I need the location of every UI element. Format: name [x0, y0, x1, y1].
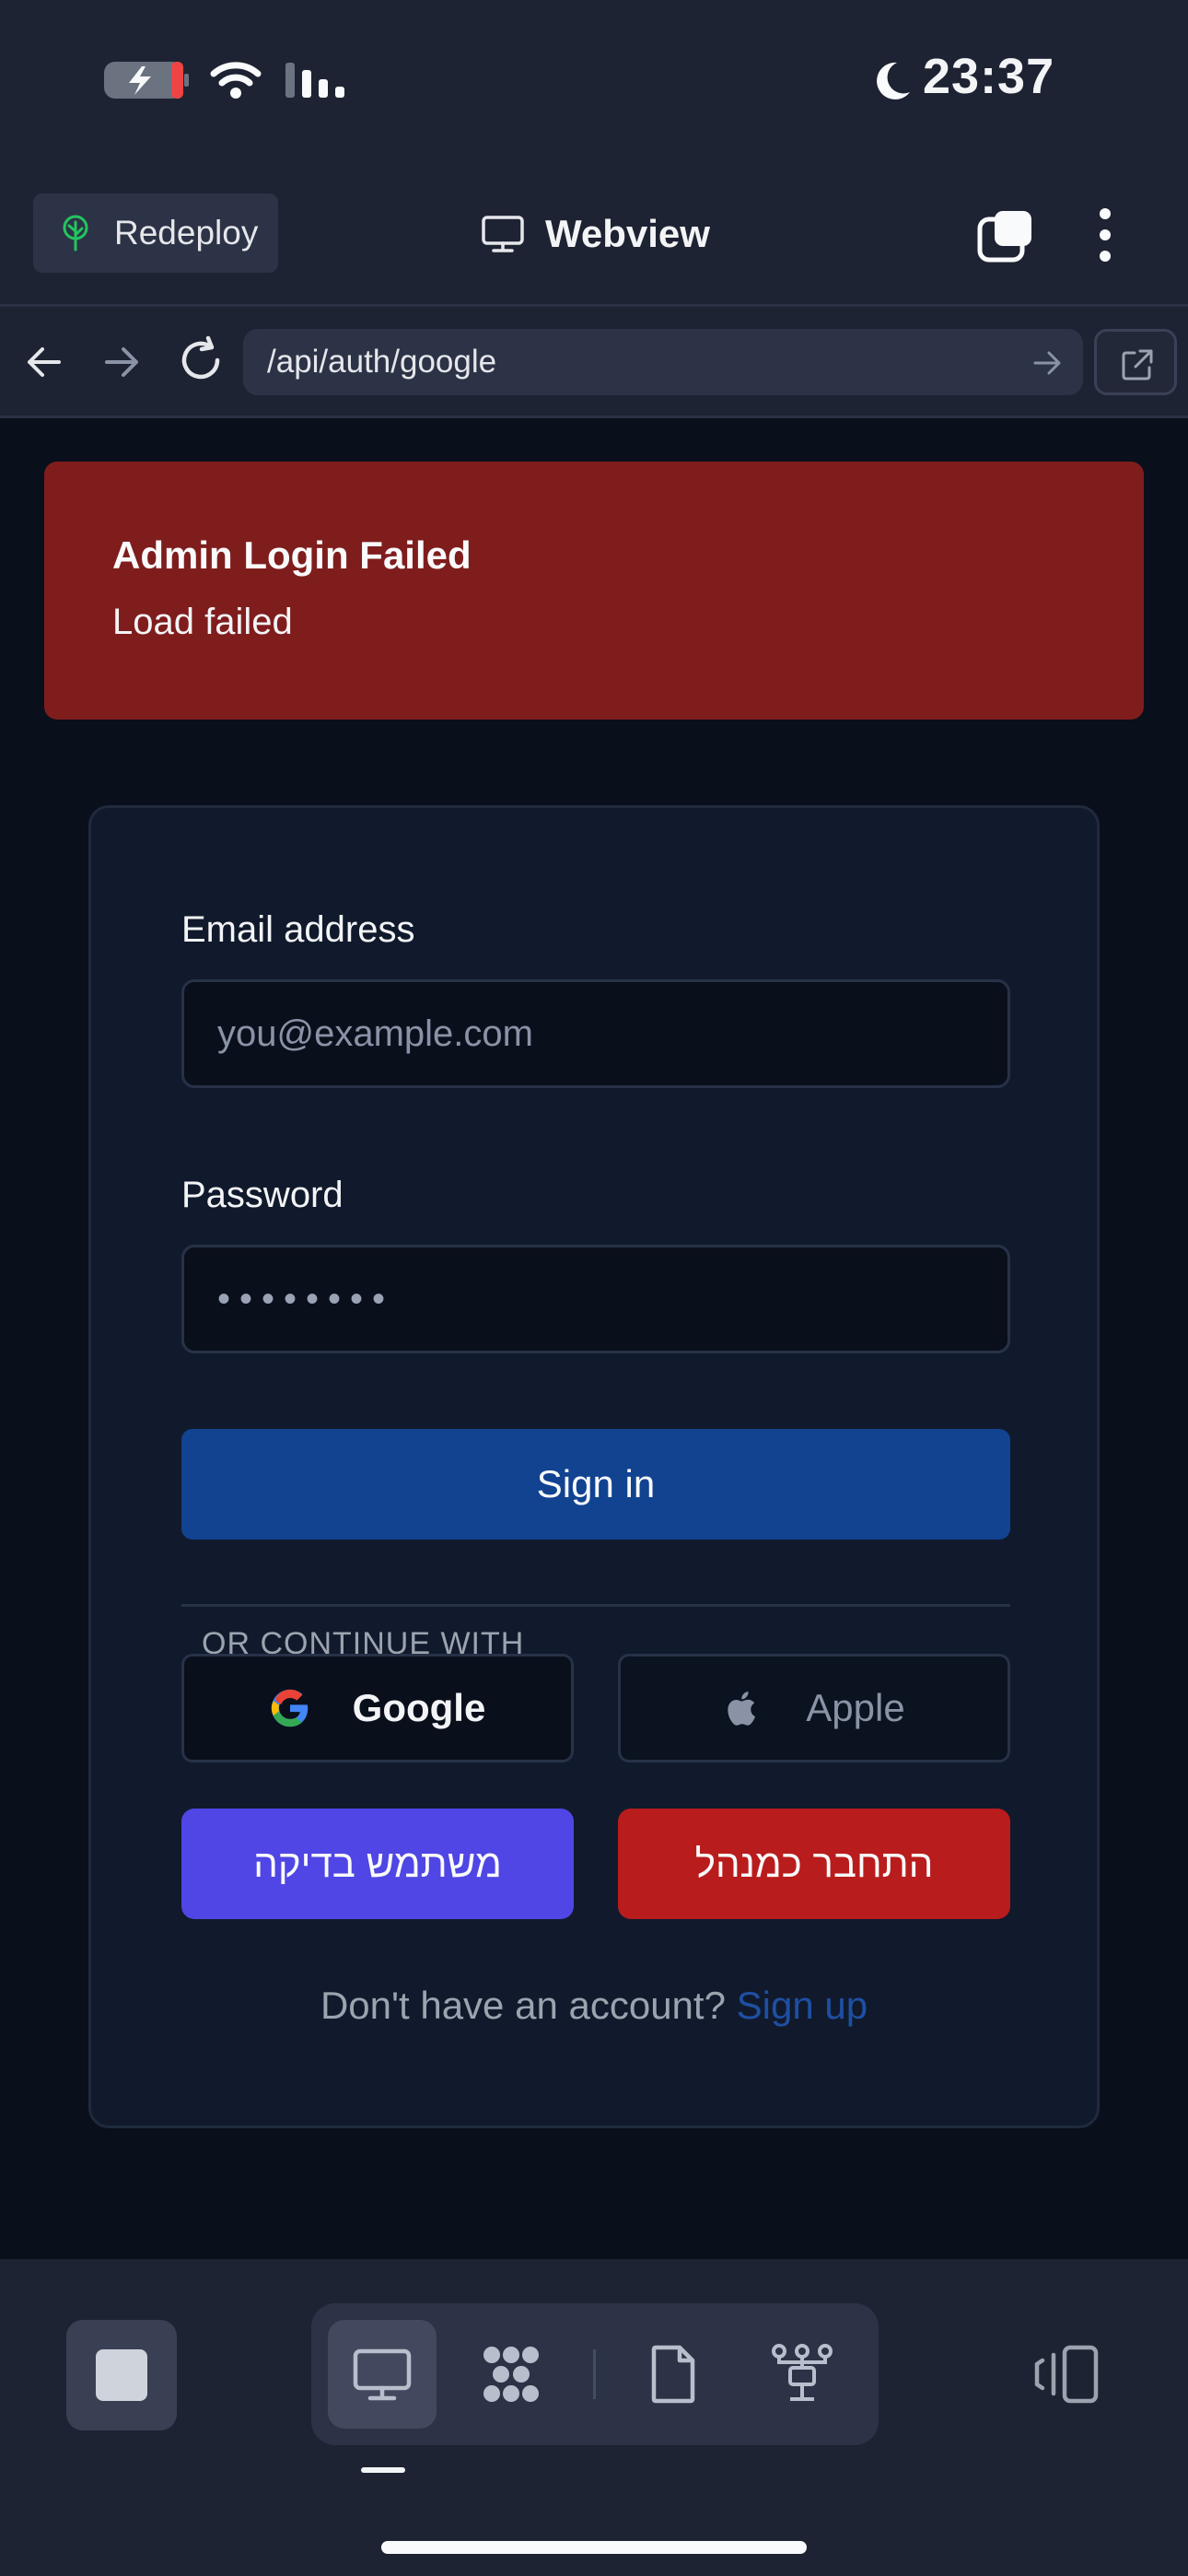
reload-icon[interactable]: [175, 334, 227, 386]
monitor-icon: [482, 216, 524, 252]
home-indicator[interactable]: [381, 2541, 807, 2554]
email-label: Email address: [181, 909, 415, 950]
redeploy-button[interactable]: Redeploy: [33, 193, 278, 273]
apple-signin-button[interactable]: Apple: [618, 1654, 1010, 1762]
status-bar: 23:37: [0, 0, 1188, 175]
external-link-icon: [1122, 349, 1153, 381]
redeploy-label: Redeploy: [114, 214, 259, 252]
url-bar: /api/auth/google: [0, 304, 1188, 418]
dots-grid-icon: [483, 2347, 539, 2402]
app-screen: 23:37 Redeploy Webview /api/auth/google …: [0, 0, 1188, 2576]
signup-link[interactable]: Sign up: [737, 1984, 868, 2027]
stop-icon: [96, 2349, 147, 2401]
alert-title: Admin Login Failed: [112, 533, 472, 577]
google-label: Google: [352, 1686, 486, 1729]
tool-separator: [593, 2349, 596, 2399]
network-icon: [772, 2344, 833, 2401]
more-vertical-icon[interactable]: [1087, 205, 1124, 265]
tab-files[interactable]: [619, 2320, 728, 2429]
bottom-toolbar: [0, 2259, 1188, 2576]
signup-prompt: Don't have an account? Sign up: [91, 1984, 1097, 2028]
password-field[interactable]: ••••••••: [181, 1245, 1010, 1353]
email-placeholder: you@example.com: [217, 1013, 533, 1054]
password-label: Password: [181, 1175, 344, 1215]
error-alert: Admin Login Failed Load failed: [44, 462, 1144, 720]
signup-prompt-text: Don't have an account?: [320, 1984, 726, 2027]
page-title-text: Webview: [545, 212, 710, 255]
active-tab-indicator: [361, 2467, 405, 2473]
tab-apps[interactable]: [457, 2320, 565, 2429]
sign-in-button[interactable]: Sign in: [181, 1429, 1010, 1540]
moon-icon: [877, 62, 910, 100]
device-rotate-icon[interactable]: [1030, 2342, 1100, 2406]
file-icon: [651, 2345, 695, 2404]
tabs-icon[interactable]: [976, 208, 1035, 263]
alert-message: Load failed: [112, 602, 293, 642]
arrow-right-icon[interactable]: [99, 340, 144, 384]
url-text: /api/auth/google: [267, 344, 497, 380]
google-signin-button[interactable]: Google: [181, 1654, 574, 1762]
password-value: ••••••••: [217, 1278, 395, 1319]
open-external-button[interactable]: [1094, 329, 1177, 395]
app-toolbar: Redeploy Webview: [0, 175, 1188, 304]
page-title: Webview: [481, 206, 710, 262]
wifi-icon: [210, 62, 262, 99]
google-icon: [271, 1689, 308, 1727]
login-card: Email address you@example.com Password •…: [88, 805, 1100, 2128]
tool-group: [311, 2303, 879, 2445]
apple-icon: [728, 1692, 756, 1726]
divider-text: OR CONTINUE WITH: [202, 1626, 525, 1654]
url-input[interactable]: /api/auth/google: [243, 329, 1083, 395]
email-field[interactable]: you@example.com: [181, 979, 1010, 1088]
battery-charging-icon: [104, 62, 189, 99]
go-arrow-icon[interactable]: [1031, 347, 1063, 379]
divider-line: [181, 1604, 1010, 1607]
arrow-left-icon[interactable]: [22, 340, 66, 384]
admin-login-button[interactable]: התחבר כמנהל: [618, 1809, 1010, 1919]
apple-label: Apple: [806, 1686, 905, 1729]
test-user-button[interactable]: משתמש בדיקה: [181, 1809, 574, 1919]
signal-icon: [285, 63, 344, 98]
tab-network[interactable]: [748, 2320, 856, 2429]
webview-content: Admin Login Failed Load failed Email add…: [0, 418, 1188, 2259]
redeploy-tree-icon: [63, 215, 88, 252]
tab-webview[interactable]: [328, 2320, 437, 2429]
stop-button[interactable]: [66, 2320, 177, 2430]
clock-time: 23:37: [923, 49, 1055, 104]
monitor-icon: [353, 2348, 412, 2401]
